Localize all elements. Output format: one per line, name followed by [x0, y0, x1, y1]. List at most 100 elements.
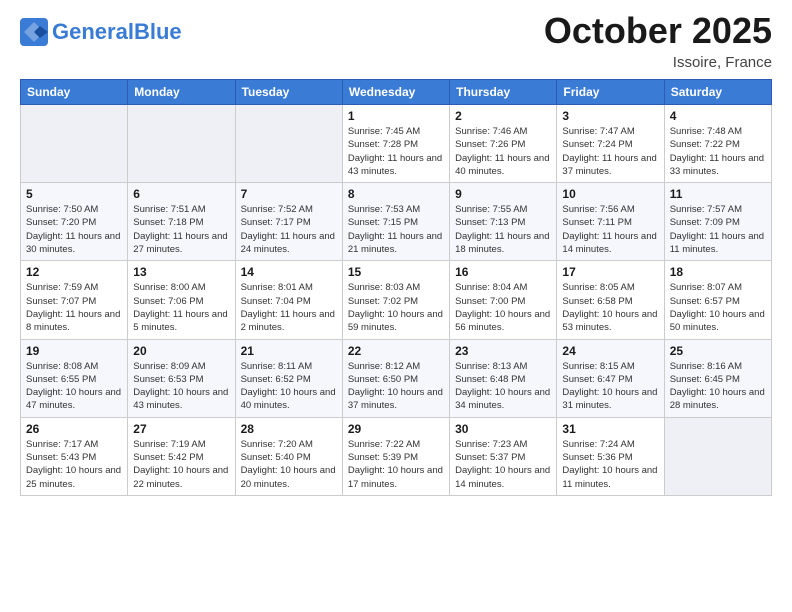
logo: GeneralBlue: [20, 18, 182, 46]
calendar-cell: [21, 105, 128, 183]
day-number: 4: [670, 109, 766, 123]
day-info: Sunrise: 8:03 AM Sunset: 7:02 PM Dayligh…: [348, 281, 444, 334]
day-info: Sunrise: 7:45 AM Sunset: 7:28 PM Dayligh…: [348, 125, 444, 178]
day-number: 6: [133, 187, 229, 201]
calendar-cell: 18 Sunrise: 8:07 AM Sunset: 6:57 PM Dayli…: [664, 261, 771, 339]
calendar-cell: 9 Sunrise: 7:55 AM Sunset: 7:13 PM Daylig…: [450, 183, 557, 261]
calendar-cell: 11Sunrise: 7:57 AM Sunset: 7:09 PM Dayli…: [664, 183, 771, 261]
weekday-header-saturday: Saturday: [664, 80, 771, 105]
calendar-cell: 31Sunrise: 7:24 AM Sunset: 5:36 PM Dayli…: [557, 417, 664, 495]
calendar-cell: 17 Sunrise: 8:05 AM Sunset: 6:58 PM Dayli…: [557, 261, 664, 339]
weekday-header-wednesday: Wednesday: [342, 80, 449, 105]
month-title: October 2025: [544, 10, 772, 52]
day-number: 18: [670, 265, 766, 279]
title-block: October 2025 Issoire, France: [544, 10, 772, 71]
day-number: 31: [562, 422, 658, 436]
weekday-header-monday: Monday: [128, 80, 235, 105]
calendar-cell: 5Sunrise: 7:50 AM Sunset: 7:20 PM Daylig…: [21, 183, 128, 261]
calendar-cell: 15 Sunrise: 8:03 AM Sunset: 7:02 PM Dayli…: [342, 261, 449, 339]
calendar-cell: 24Sunrise: 8:15 AM Sunset: 6:47 PM Dayli…: [557, 339, 664, 417]
day-number: 10: [562, 187, 658, 201]
day-number: 28: [241, 422, 337, 436]
calendar-cell: 4 Sunrise: 7:48 AM Sunset: 7:22 PM Daylig…: [664, 105, 771, 183]
day-info: Sunrise: 8:08 AM Sunset: 6:55 PM Dayligh…: [26, 360, 122, 413]
day-number: 12: [26, 265, 122, 279]
day-info: Sunrise: 7:52 AM Sunset: 7:17 PM Dayligh…: [241, 203, 337, 256]
day-number: 20: [133, 344, 229, 358]
calendar-week-row: 12 Sunrise: 7:59 AM Sunset: 7:07 PM Dayli…: [21, 261, 772, 339]
day-info: Sunrise: 7:48 AM Sunset: 7:22 PM Dayligh…: [670, 125, 766, 178]
logo-line1: General: [52, 19, 134, 44]
weekday-header-sunday: Sunday: [21, 80, 128, 105]
day-info: Sunrise: 7:51 AM Sunset: 7:18 PM Dayligh…: [133, 203, 229, 256]
day-number: 17: [562, 265, 658, 279]
calendar-week-row: 5Sunrise: 7:50 AM Sunset: 7:20 PM Daylig…: [21, 183, 772, 261]
calendar-cell: 12 Sunrise: 7:59 AM Sunset: 7:07 PM Dayli…: [21, 261, 128, 339]
calendar-cell: 14 Sunrise: 8:01 AM Sunset: 7:04 PM Dayli…: [235, 261, 342, 339]
day-number: 22: [348, 344, 444, 358]
day-number: 26: [26, 422, 122, 436]
day-number: 9: [455, 187, 551, 201]
day-number: 19: [26, 344, 122, 358]
day-number: 15: [348, 265, 444, 279]
calendar-week-row: 19 Sunrise: 8:08 AM Sunset: 6:55 PM Dayli…: [21, 339, 772, 417]
page-header: GeneralBlue October 2025 Issoire, France: [20, 10, 772, 71]
calendar-week-row: 26 Sunrise: 7:17 AM Sunset: 5:43 PM Dayli…: [21, 417, 772, 495]
day-info: Sunrise: 7:57 AM Sunset: 7:09 PM Dayligh…: [670, 203, 766, 256]
calendar-cell: 10 Sunrise: 7:56 AM Sunset: 7:11 PM Dayli…: [557, 183, 664, 261]
calendar-cell: [128, 105, 235, 183]
day-info: Sunrise: 8:07 AM Sunset: 6:57 PM Dayligh…: [670, 281, 766, 334]
day-info: Sunrise: 7:55 AM Sunset: 7:13 PM Dayligh…: [455, 203, 551, 256]
day-info: Sunrise: 8:05 AM Sunset: 6:58 PM Dayligh…: [562, 281, 658, 334]
calendar-cell: 2Sunrise: 7:46 AM Sunset: 7:26 PM Daylig…: [450, 105, 557, 183]
day-info: Sunrise: 8:13 AM Sunset: 6:48 PM Dayligh…: [455, 360, 551, 413]
weekday-header-row: SundayMondayTuesdayWednesdayThursdayFrid…: [21, 80, 772, 105]
day-number: 14: [241, 265, 337, 279]
day-info: Sunrise: 8:00 AM Sunset: 7:06 PM Dayligh…: [133, 281, 229, 334]
weekday-header-thursday: Thursday: [450, 80, 557, 105]
calendar-cell: 7 Sunrise: 7:52 AM Sunset: 7:17 PM Daylig…: [235, 183, 342, 261]
calendar-cell: 26 Sunrise: 7:17 AM Sunset: 5:43 PM Dayli…: [21, 417, 128, 495]
calendar-cell: 23Sunrise: 8:13 AM Sunset: 6:48 PM Dayli…: [450, 339, 557, 417]
day-number: 13: [133, 265, 229, 279]
day-info: Sunrise: 7:17 AM Sunset: 5:43 PM Dayligh…: [26, 438, 122, 491]
day-info: Sunrise: 7:50 AM Sunset: 7:20 PM Dayligh…: [26, 203, 122, 256]
day-number: 24: [562, 344, 658, 358]
day-info: Sunrise: 8:11 AM Sunset: 6:52 PM Dayligh…: [241, 360, 337, 413]
day-number: 27: [133, 422, 229, 436]
weekday-header-tuesday: Tuesday: [235, 80, 342, 105]
calendar-table: SundayMondayTuesdayWednesdayThursdayFrid…: [20, 79, 772, 496]
calendar-cell: 25 Sunrise: 8:16 AM Sunset: 6:45 PM Dayli…: [664, 339, 771, 417]
day-number: 21: [241, 344, 337, 358]
calendar-cell: 16Sunrise: 8:04 AM Sunset: 7:00 PM Dayli…: [450, 261, 557, 339]
day-info: Sunrise: 7:53 AM Sunset: 7:15 PM Dayligh…: [348, 203, 444, 256]
day-number: 25: [670, 344, 766, 358]
day-info: Sunrise: 8:04 AM Sunset: 7:00 PM Dayligh…: [455, 281, 551, 334]
day-info: Sunrise: 7:59 AM Sunset: 7:07 PM Dayligh…: [26, 281, 122, 334]
day-info: Sunrise: 8:01 AM Sunset: 7:04 PM Dayligh…: [241, 281, 337, 334]
day-info: Sunrise: 7:23 AM Sunset: 5:37 PM Dayligh…: [455, 438, 551, 491]
calendar-cell: 20 Sunrise: 8:09 AM Sunset: 6:53 PM Dayli…: [128, 339, 235, 417]
calendar-cell: 27Sunrise: 7:19 AM Sunset: 5:42 PM Dayli…: [128, 417, 235, 495]
calendar-cell: [235, 105, 342, 183]
day-number: 3: [562, 109, 658, 123]
calendar-cell: 29Sunrise: 7:22 AM Sunset: 5:39 PM Dayli…: [342, 417, 449, 495]
day-number: 1: [348, 109, 444, 123]
logo-line2: Blue: [134, 19, 182, 44]
day-info: Sunrise: 7:47 AM Sunset: 7:24 PM Dayligh…: [562, 125, 658, 178]
day-info: Sunrise: 7:56 AM Sunset: 7:11 PM Dayligh…: [562, 203, 658, 256]
day-number: 29: [348, 422, 444, 436]
location: Issoire, France: [544, 54, 772, 71]
day-info: Sunrise: 7:46 AM Sunset: 7:26 PM Dayligh…: [455, 125, 551, 178]
calendar-cell: 6 Sunrise: 7:51 AM Sunset: 7:18 PM Daylig…: [128, 183, 235, 261]
calendar-cell: 1 Sunrise: 7:45 AM Sunset: 7:28 PM Daylig…: [342, 105, 449, 183]
logo-text: GeneralBlue: [52, 20, 182, 44]
calendar-cell: 3 Sunrise: 7:47 AM Sunset: 7:24 PM Daylig…: [557, 105, 664, 183]
calendar-cell: 21 Sunrise: 8:11 AM Sunset: 6:52 PM Dayli…: [235, 339, 342, 417]
day-info: Sunrise: 8:09 AM Sunset: 6:53 PM Dayligh…: [133, 360, 229, 413]
day-number: 7: [241, 187, 337, 201]
calendar-cell: 22 Sunrise: 8:12 AM Sunset: 6:50 PM Dayli…: [342, 339, 449, 417]
day-info: Sunrise: 8:12 AM Sunset: 6:50 PM Dayligh…: [348, 360, 444, 413]
day-info: Sunrise: 8:16 AM Sunset: 6:45 PM Dayligh…: [670, 360, 766, 413]
calendar-cell: 30Sunrise: 7:23 AM Sunset: 5:37 PM Dayli…: [450, 417, 557, 495]
